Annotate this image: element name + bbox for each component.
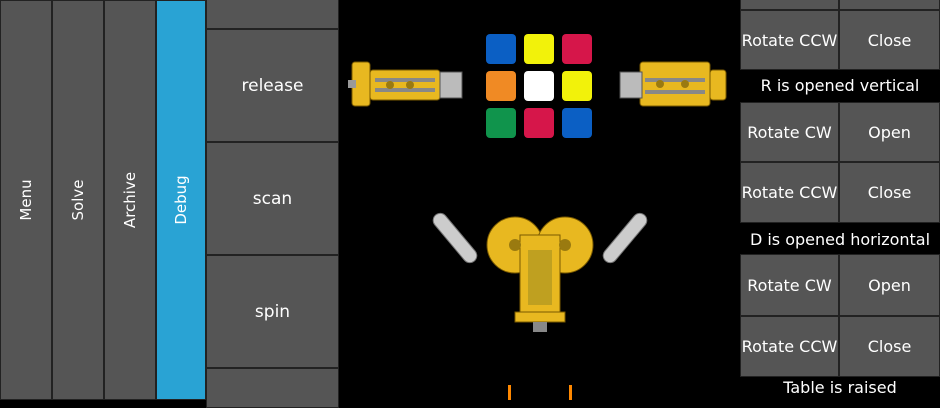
cube-sticker [524, 34, 554, 64]
tab-debug-label: Debug [172, 175, 190, 225]
cube-sticker [562, 34, 592, 64]
tab-solve[interactable]: Solve [52, 0, 104, 400]
robot-illustration [348, 28, 727, 400]
cube-sticker [524, 108, 554, 138]
command-button-top[interactable] [206, 0, 339, 29]
table-close-button[interactable]: Close [839, 316, 940, 377]
tab-debug[interactable]: Debug [156, 0, 206, 400]
r-close-button[interactable]: Close [839, 10, 940, 70]
tab-solve-label: Solve [69, 179, 87, 221]
table-open-button[interactable]: Open [839, 254, 940, 316]
command-button-bottom[interactable] [206, 368, 339, 408]
cube-sticker [486, 108, 516, 138]
r-rotate-ccw-button[interactable]: Rotate CCW [740, 10, 839, 70]
table-rotate-ccw-button[interactable]: Rotate CCW [740, 316, 839, 377]
tab-archive-label: Archive [121, 171, 139, 229]
table-leg-left [508, 385, 511, 400]
cube-sticker [486, 71, 516, 101]
bottom-gripper-icon [432, 212, 648, 332]
cube-face [480, 28, 598, 144]
top-right-button[interactable] [839, 0, 940, 10]
robot-scene [340, 0, 740, 400]
table-status: Table is raised [783, 378, 897, 397]
tab-menu-label: Menu [17, 179, 35, 221]
tab-menu[interactable]: Menu [0, 0, 52, 400]
release-button[interactable]: release [206, 29, 339, 142]
d-rotate-ccw-button[interactable]: Rotate CCW [740, 162, 839, 223]
scan-button[interactable]: scan [206, 142, 339, 255]
r-status: R is opened vertical [760, 76, 920, 95]
cube-sticker [524, 71, 554, 101]
cube-sticker [562, 71, 592, 101]
table-leg-right [569, 385, 572, 400]
spin-button[interactable]: spin [206, 255, 339, 368]
d-open-button[interactable]: Open [839, 102, 940, 162]
cube-sticker [562, 108, 592, 138]
table-rotate-cw-button[interactable]: Rotate CW [740, 254, 839, 316]
top-left-button[interactable] [740, 0, 839, 10]
tab-archive[interactable]: Archive [104, 0, 156, 400]
right-gripper-icon [619, 61, 727, 107]
d-status: D is opened horizontal [749, 230, 931, 249]
left-gripper-icon [348, 61, 463, 107]
d-close-button[interactable]: Close [839, 162, 940, 223]
cube-sticker [486, 34, 516, 64]
d-rotate-cw-button[interactable]: Rotate CW [740, 102, 839, 162]
